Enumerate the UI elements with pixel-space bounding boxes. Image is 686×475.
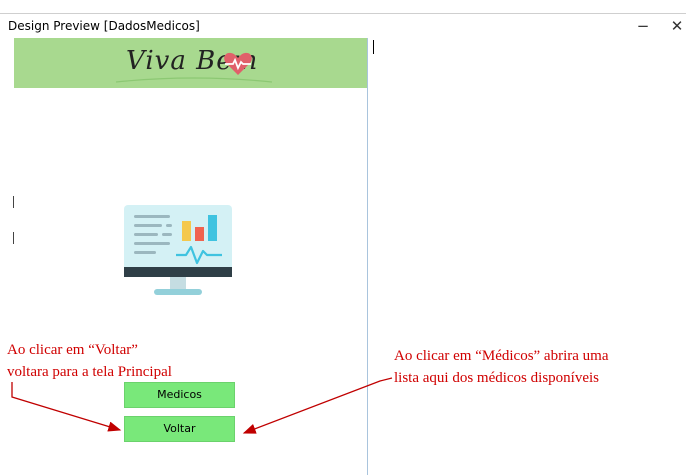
arrow-to-voltar (11, 382, 122, 432)
annotation-arrows (11, 377, 393, 434)
arrow-to-voltar-from-medicos-note (242, 377, 393, 434)
